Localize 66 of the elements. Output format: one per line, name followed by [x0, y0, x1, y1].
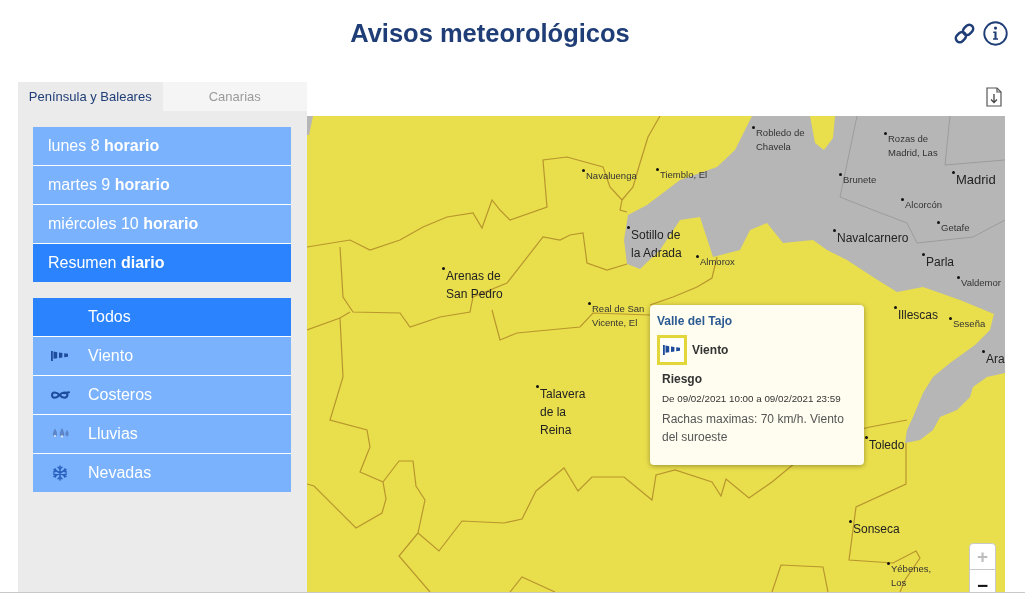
place-dot-icon [937, 221, 940, 224]
phenomenon-menu-item[interactable]: Todos [33, 298, 291, 337]
snowflake-icon [50, 465, 70, 481]
risk-label: Riesgo [662, 372, 703, 387]
place-label: Brunete [843, 173, 877, 187]
place-dot-icon [894, 306, 897, 309]
download-icon[interactable] [986, 87, 1002, 107]
day-menu-item[interactable]: Resumen diario [33, 244, 291, 282]
place-dot-icon [949, 317, 952, 320]
place-dot-icon [865, 436, 868, 439]
place-dot-icon [952, 171, 955, 174]
day-menu-item[interactable]: lunes 8 horario [33, 127, 291, 166]
place-dot-icon [887, 562, 890, 565]
place-label: Navaluenga [586, 169, 637, 183]
windsock-icon [50, 348, 70, 364]
info-icon[interactable] [983, 20, 1008, 46]
place-dot-icon [922, 253, 925, 256]
place-dot-icon [442, 267, 445, 270]
place-label: Almorox [700, 255, 735, 269]
place-dot-icon [982, 350, 985, 353]
place-dot-icon [588, 302, 591, 305]
place-label: Valdemor [961, 276, 1001, 290]
place-label: Alcorcón [905, 198, 942, 212]
popup-zone-title: Valle del Tajo [657, 313, 734, 329]
place-label: Sonseca [853, 521, 900, 538]
place-dot-icon [582, 169, 585, 172]
place-label: Seseña [953, 317, 986, 331]
place-dot-icon [536, 385, 539, 388]
place-dot-icon [656, 168, 659, 171]
phenomenon-menu-item[interactable]: Lluvias [33, 415, 291, 454]
page-title: Avisos meteorológicos [349, 18, 631, 49]
phenomenon-menu-item[interactable]: Costeros [33, 376, 291, 415]
phenomenon-menu-item[interactable]: Nevadas [33, 454, 291, 492]
region-tab[interactable]: Canarias [162, 82, 307, 111]
place-label: Tiemblo, El [660, 168, 708, 182]
place-label: Rozas de Madrid, Las [888, 132, 939, 160]
place-label: Toledo [869, 437, 905, 454]
place-label: Robledo de Chavela [756, 126, 806, 154]
place-label: Madrid [956, 171, 996, 189]
warning-period: De 09/02/2021 10:00 a 09/02/2021 23:59 [662, 392, 842, 405]
place-label: Sotillo de la Adrada [631, 227, 683, 262]
day-menu-item[interactable]: martes 9 horario [33, 166, 291, 205]
place-label: Ara [986, 351, 1005, 368]
place-dot-icon [884, 132, 887, 135]
place-dot-icon [833, 229, 836, 232]
place-dot-icon [627, 226, 630, 229]
place-label: Navalcarnero [837, 230, 909, 247]
place-label: Talavera de la Reina [540, 386, 587, 439]
place-label: Yébenes, Los [891, 562, 933, 590]
place-label: Arenas de San Pedro [446, 268, 504, 303]
phenomenon-name: Viento [692, 342, 729, 359]
place-label: Illescas [898, 307, 938, 324]
place-label: Parla [926, 254, 954, 271]
place-dot-icon [696, 255, 699, 258]
place-dot-icon [839, 173, 842, 176]
place-dot-icon [957, 276, 960, 279]
windsock-icon [657, 335, 687, 365]
place-label: Getafe [941, 221, 970, 235]
day-menu-item[interactable]: miércoles 10 horario [33, 205, 291, 244]
zoom-out-button[interactable]: − [969, 570, 996, 592]
phenomenon-menu-item[interactable]: Viento [33, 337, 291, 376]
place-dot-icon [752, 126, 755, 129]
place-label: Real de San Vicente, El [592, 302, 646, 330]
place-dot-icon [901, 198, 904, 201]
warning-description: Rachas maximas: 70 km/h. Viento del suroeste [662, 411, 845, 446]
place-dot-icon [849, 520, 852, 523]
